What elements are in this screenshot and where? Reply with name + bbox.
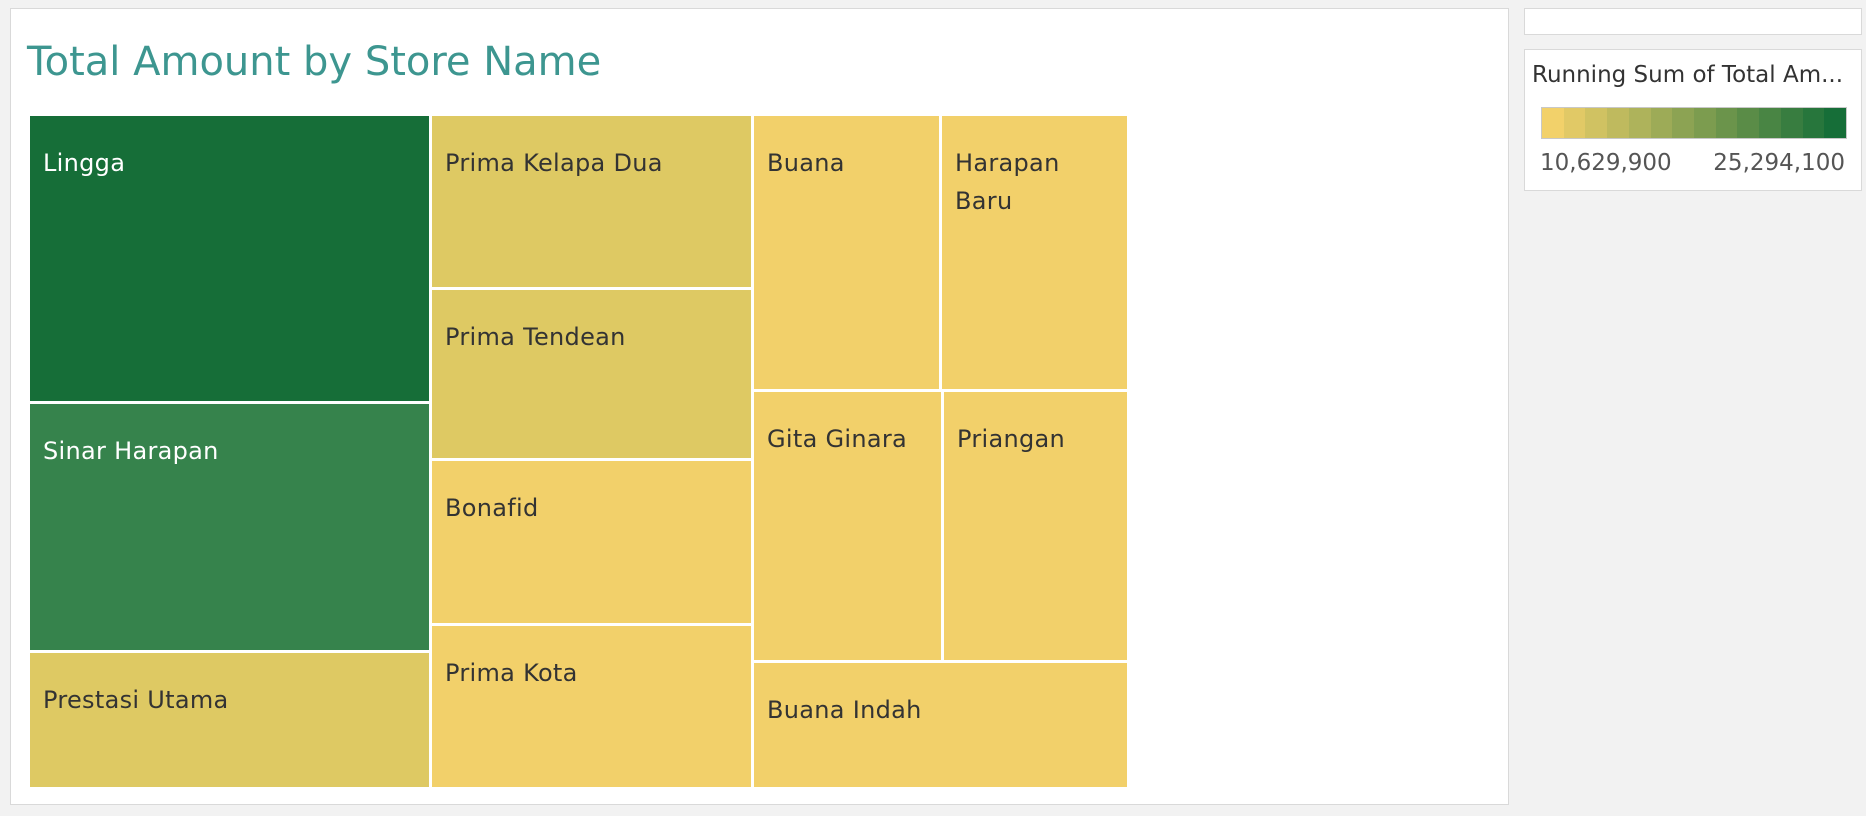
color-legend: Running Sum of Total Am... 10,629,900 25… xyxy=(1524,49,1862,191)
legend-max-label: 25,294,100 xyxy=(1713,150,1845,176)
legend-color-ramp xyxy=(1541,107,1847,139)
legend-color-step xyxy=(1780,108,1803,138)
treemap-tile-label: Sinar Harapan xyxy=(43,437,219,465)
treemap-panel: Total Amount by Store Name Lingga Sinar H… xyxy=(10,8,1509,805)
chart-title: Total Amount by Store Name xyxy=(27,39,602,85)
treemap-tile-label: Buana xyxy=(767,149,845,177)
treemap-tile[interactable]: Bonafid xyxy=(430,459,753,625)
treemap-tile-label: Prima Kelapa Dua xyxy=(445,149,663,177)
treemap-tile[interactable]: Prima Kelapa Dua xyxy=(430,114,753,289)
legend-color-step xyxy=(1650,108,1673,138)
treemap-tile-label: Prestasi Utama xyxy=(43,686,229,714)
legend-color-step xyxy=(1607,108,1629,138)
treemap-tile-label: Prima Tendean xyxy=(445,323,626,351)
treemap-tile[interactable]: Sinar Harapan xyxy=(28,402,431,652)
legend-color-step xyxy=(1563,108,1586,138)
treemap-tile[interactable]: Prestasi Utama xyxy=(28,651,431,789)
treemap-tile[interactable]: Lingga xyxy=(28,114,431,403)
treemap-tile-label: Prima Kota xyxy=(445,659,578,687)
treemap-tile-label: Gita Ginara xyxy=(767,425,908,453)
treemap-tile-label: Buana Indah xyxy=(767,696,922,724)
treemap-tile[interactable]: Priangan xyxy=(942,390,1129,662)
legend-min-label: 10,629,900 xyxy=(1540,150,1672,176)
filter-placeholder-box xyxy=(1524,8,1862,35)
treemap-tile[interactable]: Harapan Baru xyxy=(940,114,1129,391)
legend-color-step xyxy=(1759,108,1781,138)
treemap-tile-label: Harapan Baru xyxy=(955,149,1060,215)
legend-color-step xyxy=(1672,108,1695,138)
legend-color-step xyxy=(1802,108,1825,138)
legend-color-step xyxy=(1628,108,1651,138)
legend-color-step xyxy=(1542,108,1564,138)
treemap-tile[interactable]: Prima Tendean xyxy=(430,288,753,460)
legend-color-step xyxy=(1694,108,1716,138)
legend-color-step xyxy=(1737,108,1760,138)
legend-title: Running Sum of Total Am... xyxy=(1532,62,1844,88)
treemap-tile[interactable]: Buana xyxy=(752,114,941,391)
treemap-tile-label: Lingga xyxy=(43,149,126,177)
legend-color-step xyxy=(1585,108,1608,138)
treemap-tile[interactable]: Gita Ginara xyxy=(752,390,943,662)
treemap-tile[interactable]: Prima Kota xyxy=(430,624,753,789)
treemap-tile-label: Priangan xyxy=(957,425,1066,453)
legend-color-step xyxy=(1715,108,1738,138)
treemap-tile-label: Bonafid xyxy=(445,494,539,522)
treemap-tile[interactable]: Buana Indah xyxy=(752,661,1129,789)
legend-color-step xyxy=(1824,108,1847,138)
